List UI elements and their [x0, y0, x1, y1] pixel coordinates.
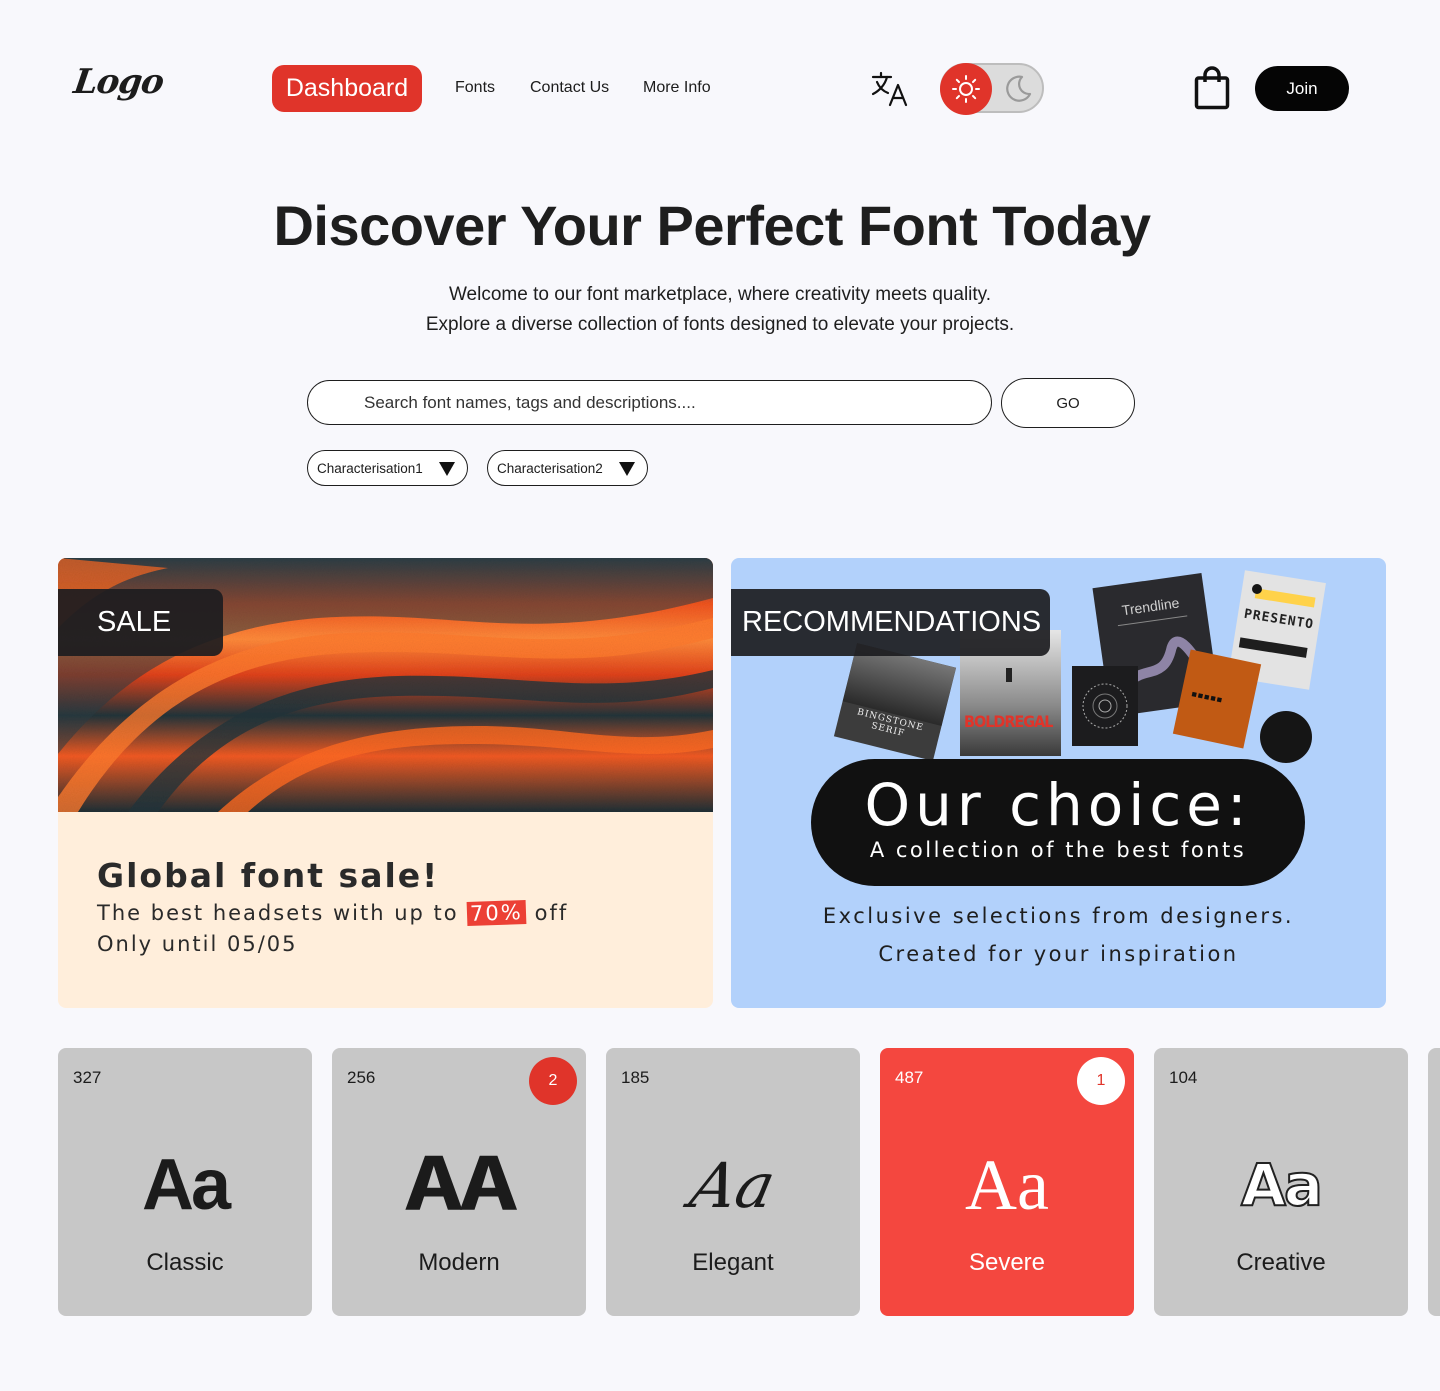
category-count: 327 — [73, 1068, 102, 1087]
nav-dashboard[interactable]: Dashboard — [272, 65, 422, 112]
sale-text-after: off — [534, 901, 569, 925]
font-sample: AA — [332, 1140, 586, 1230]
font-sample: Aa — [58, 1140, 312, 1230]
logo[interactable]: Logo — [71, 62, 166, 102]
poster-boldregal-figure — [1006, 668, 1012, 682]
font-sample: Aa — [880, 1140, 1134, 1230]
our-choice-title: Our choice: — [864, 771, 1252, 839]
theme-toggle[interactable] — [940, 63, 1044, 115]
filter-select-1-label: Characterisation1 — [317, 460, 423, 476]
font-sample-text: AA — [404, 1142, 519, 1228]
category-count: 487 — [895, 1068, 924, 1087]
sale-badge: SALE — [58, 589, 223, 656]
category-card-creative[interactable]: 104 Aa Creative — [1154, 1048, 1408, 1316]
category-label: Modern — [418, 1249, 500, 1276]
category-count: 185 — [621, 1068, 650, 1087]
filter-select-2[interactable]: Characterisation2 — [487, 450, 648, 486]
poster-presento-label: PRESENTO — [1242, 606, 1316, 633]
category-card-classic[interactable]: 327 Aa Classic — [58, 1048, 312, 1316]
poster-bingstone: BINGSTONE SERIF — [833, 643, 957, 761]
poster-circle — [1072, 666, 1138, 746]
font-sample-text: Aa — [1240, 1150, 1324, 1220]
page-title: Discover Your Perfect Font Today — [273, 194, 1151, 257]
nav-fonts[interactable]: Fonts — [455, 79, 495, 97]
caret-down-icon — [619, 462, 635, 476]
nav-contact-us[interactable]: Contact Us — [530, 79, 609, 97]
poster-trendline-label: Trendline — [1120, 594, 1181, 619]
recommendations-banner[interactable]: RECOMMENDATIONS Trendline PRESENTO ■■■■■… — [731, 558, 1386, 1008]
hero-subtitle-line2: Explore a diverse collection of fonts de… — [425, 314, 1015, 335]
category-label: Elegant — [692, 1249, 774, 1276]
moon-icon[interactable] — [1002, 73, 1034, 105]
join-button[interactable]: Join — [1255, 66, 1349, 111]
sale-banner[interactable]: SALE Global font sale! The best headsets… — [58, 558, 713, 1008]
sale-title: Global font sale! — [97, 856, 440, 895]
search-input[interactable] — [307, 380, 992, 425]
black-dot — [1260, 711, 1312, 763]
category-count: 104 — [1169, 1068, 1198, 1087]
recommendations-badge: RECOMMENDATIONS — [731, 589, 1050, 656]
category-label: Classic — [146, 1249, 224, 1276]
sun-icon[interactable] — [940, 63, 992, 115]
filter-select-1[interactable]: Characterisation1 — [307, 450, 468, 486]
recommendations-line1: Exclusive selections from designers. — [822, 904, 1295, 928]
shopping-bag-icon[interactable] — [1194, 66, 1230, 110]
font-sample-text: Aa — [965, 1144, 1049, 1225]
our-choice-subtitle: A collection of the best fonts — [869, 838, 1247, 862]
poster-boldregal-label: BOLDREGAL — [964, 712, 1053, 731]
font-sample-text: Aa — [141, 1145, 231, 1225]
recommendations-line2: Created for your inspiration — [878, 942, 1239, 966]
notification-badge: 2 — [529, 1057, 577, 1105]
sale-text-before: The best headsets with up to — [97, 901, 459, 925]
notification-badge: 1 — [1077, 1057, 1125, 1105]
poster-circle-art — [1082, 683, 1128, 729]
poster-presento-bar — [1254, 588, 1316, 608]
caret-down-icon — [439, 462, 455, 476]
category-card-elegant[interactable]: 185 Aa Elegant — [606, 1048, 860, 1316]
sale-until: Only until 05/05 — [97, 932, 298, 956]
sale-discount: 70% — [466, 899, 527, 927]
go-button[interactable]: GO — [1001, 378, 1135, 428]
category-count: 256 — [347, 1068, 376, 1087]
font-sample: Aa — [606, 1140, 860, 1230]
poster-presento-strip — [1238, 637, 1308, 658]
category-label: Severe — [968, 1249, 1046, 1276]
font-sample-text: Aa — [684, 1148, 782, 1222]
category-card-partial[interactable] — [1428, 1048, 1440, 1316]
translate-icon[interactable] — [870, 70, 910, 108]
filter-select-2-label: Characterisation2 — [497, 460, 603, 476]
hero-subtitle-line1: Welcome to our font marketplace, where c… — [448, 284, 992, 305]
category-card-modern[interactable]: 256 2 AA Modern — [332, 1048, 586, 1316]
small-dot — [1252, 584, 1262, 594]
category-card-severe[interactable]: 487 1 Aa Severe — [880, 1048, 1134, 1316]
sale-description: The best headsets with up to 70% off — [97, 899, 569, 927]
category-label: Creative — [1236, 1249, 1326, 1276]
our-choice-pill: Our choice: A collection of the best fon… — [811, 759, 1305, 886]
font-sample: Aa — [1154, 1140, 1408, 1230]
poster-orange-glyphs: ■■■■■ — [1190, 688, 1225, 706]
nav-more-info[interactable]: More Info — [643, 79, 711, 97]
